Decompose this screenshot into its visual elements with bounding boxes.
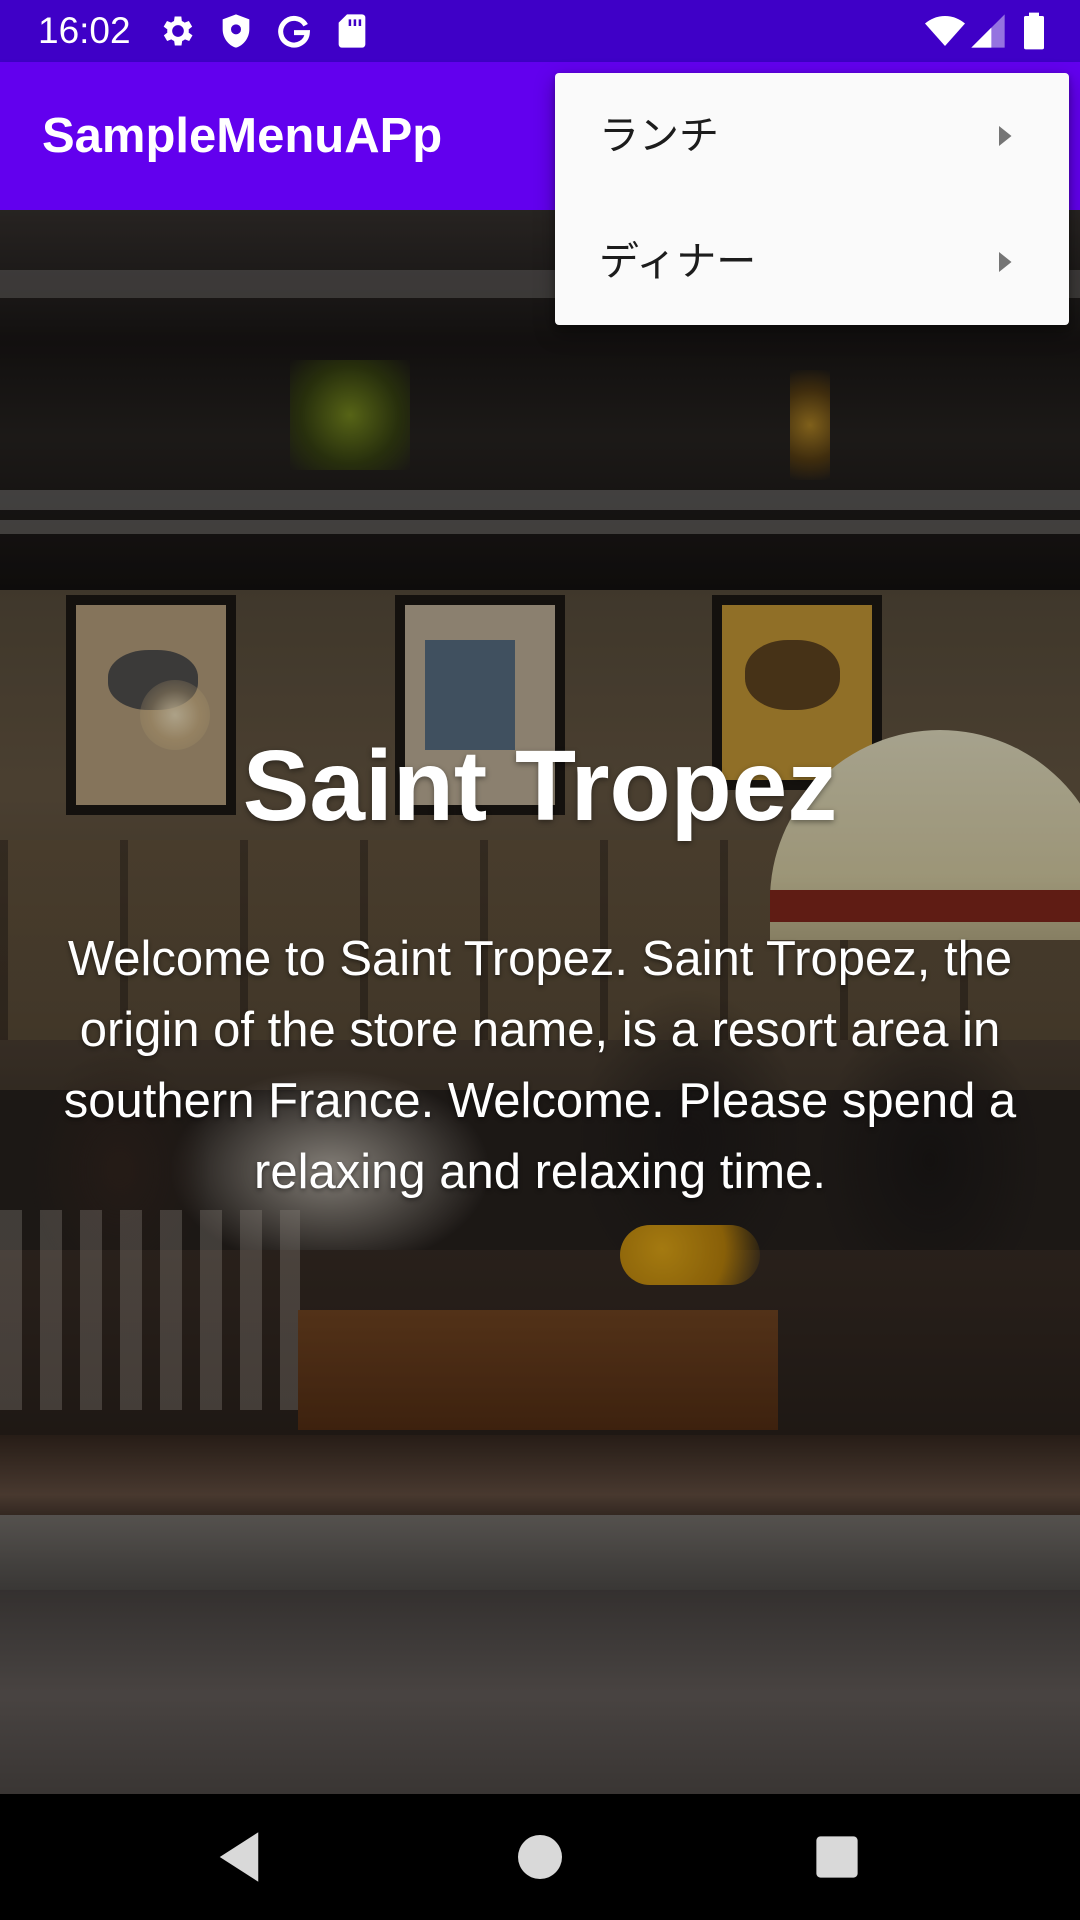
hero-title: Saint Tropez [242,730,838,842]
popup-menu: ランチ ディナー [555,73,1069,325]
shield-icon [216,11,256,51]
menu-item-label: ディナー [599,239,757,285]
recents-icon[interactable] [804,1824,870,1890]
hero-description: Welcome to Saint Tropez. Saint Tropez, t… [63,932,1017,1199]
home-icon[interactable] [507,1824,573,1890]
signal-icon [968,11,1008,51]
menu-item-lunch[interactable]: ランチ [555,73,1069,199]
wifi-icon [922,11,968,51]
navigation-bar [0,1794,1080,1920]
back-icon[interactable] [206,1824,272,1890]
chevron-right-icon [989,247,1019,277]
status-bar: 16:02 [0,0,1080,62]
chevron-right-icon [989,121,1019,151]
app-title: SampleMenuAPp [42,109,443,163]
google-g-icon [274,11,314,51]
menu-item-label: ランチ [599,113,719,159]
menu-item-dinner[interactable]: ディナー [555,199,1069,325]
gear-icon [158,11,198,51]
status-time: 16:02 [38,10,131,51]
sd-card-icon [332,11,372,51]
battery-icon [1014,11,1054,51]
